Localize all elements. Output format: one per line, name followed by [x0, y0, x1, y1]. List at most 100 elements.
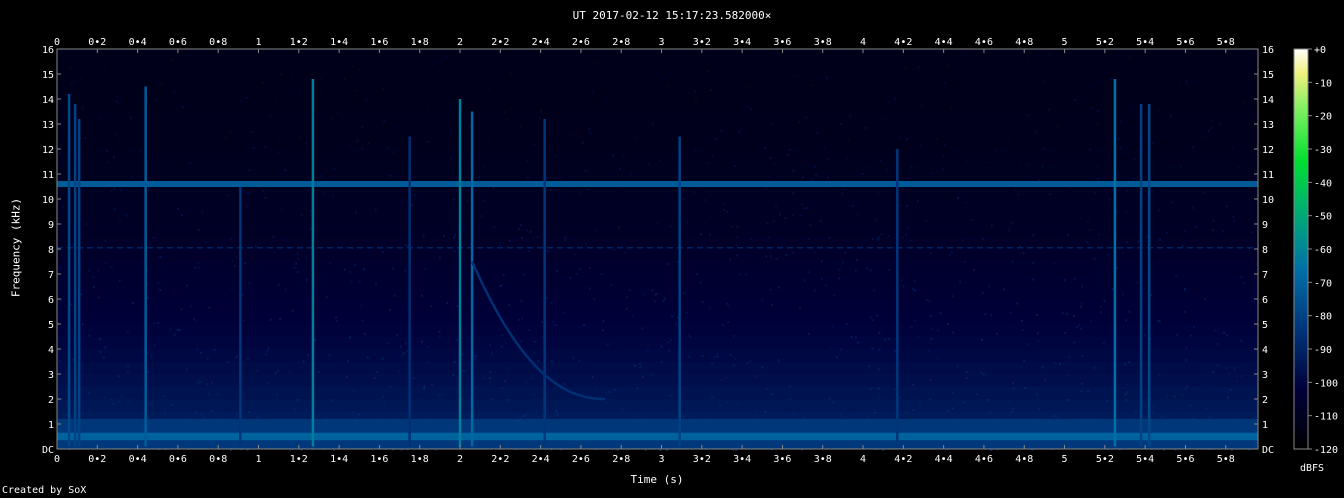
noise-speckle [110, 189, 113, 192]
noise-speckle [1103, 299, 1106, 302]
noise-speckle [555, 269, 558, 272]
noise-speckle [906, 138, 909, 141]
noise-speckle [925, 220, 928, 223]
noise-speckle [809, 224, 812, 227]
x-tick-label: 1•2 [290, 454, 308, 465]
noise-speckle [951, 391, 954, 394]
noise-speckle [302, 360, 305, 363]
noise-speckle [375, 371, 378, 374]
noise-speckle [939, 312, 942, 315]
noise-speckle [951, 295, 954, 298]
noise-speckle [1021, 319, 1024, 322]
noise-speckle [917, 66, 920, 69]
x-tick-label: 0•2 [88, 37, 106, 48]
noise-speckle [639, 365, 642, 368]
noise-speckle [667, 341, 670, 344]
noise-speckle [492, 390, 495, 393]
noise-speckle [450, 157, 453, 160]
noise-speckle [402, 351, 405, 354]
noise-speckle [880, 233, 883, 236]
noise-speckle [102, 356, 105, 359]
noise-speckle [555, 137, 558, 140]
noise-speckle [660, 345, 663, 348]
noise-speckle [422, 234, 425, 237]
noise-speckle [483, 166, 486, 169]
noise-speckle [293, 266, 296, 269]
noise-speckle [587, 188, 590, 191]
noise-speckle [869, 388, 872, 391]
noise-speckle [676, 260, 679, 263]
noise-speckle [323, 192, 326, 195]
noise-speckle [625, 307, 628, 310]
noise-speckle [1158, 374, 1161, 377]
noise-speckle [622, 154, 625, 157]
noise-speckle [1125, 319, 1128, 322]
noise-speckle [520, 224, 523, 227]
noise-speckle [374, 208, 377, 211]
noise-speckle [984, 313, 987, 316]
noise-speckle [1124, 363, 1127, 366]
y-tick-label: 5 [48, 320, 54, 331]
noise-speckle [670, 225, 673, 228]
noise-speckle [754, 375, 757, 378]
noise-speckle [768, 175, 771, 178]
noise-speckle [726, 210, 729, 213]
noise-speckle [1122, 293, 1125, 296]
noise-speckle [210, 409, 213, 412]
noise-speckle [662, 300, 665, 303]
y-tick-label: 1 [48, 420, 54, 431]
noise-speckle [1181, 394, 1184, 397]
noise-speckle [602, 320, 605, 323]
noise-speckle [185, 368, 188, 371]
noise-speckle [80, 293, 83, 296]
noise-speckle [878, 348, 881, 351]
noise-speckle [104, 346, 107, 349]
noise-speckle [792, 169, 795, 172]
noise-speckle [1128, 310, 1131, 313]
noise-speckle [389, 386, 392, 389]
noise-speckle [905, 65, 908, 68]
noise-speckle [1010, 411, 1013, 414]
noise-speckle [110, 398, 113, 401]
noise-speckle [431, 63, 434, 66]
noise-speckle [1131, 108, 1134, 111]
noise-speckle [61, 397, 64, 400]
noise-speckle [629, 173, 632, 176]
noise-speckle [190, 305, 193, 308]
noise-speckle [119, 189, 122, 192]
noise-speckle [936, 357, 939, 360]
noise-speckle [901, 236, 904, 239]
noise-speckle [541, 320, 544, 323]
noise-speckle [224, 136, 227, 139]
noise-band [57, 386, 1258, 400]
noise-speckle [804, 402, 807, 405]
noise-speckle [871, 238, 874, 241]
noise-speckle [867, 364, 870, 367]
noise-speckle [251, 130, 254, 133]
noise-speckle [1127, 361, 1130, 364]
noise-speckle [775, 257, 778, 260]
noise-speckle [929, 314, 932, 317]
noise-speckle [1073, 341, 1076, 344]
noise-speckle [412, 377, 415, 380]
noise-speckle [1027, 114, 1030, 117]
noise-speckle [658, 159, 661, 162]
noise-speckle [453, 234, 456, 237]
noise-speckle [1027, 343, 1030, 346]
noise-speckle [928, 300, 931, 303]
noise-speckle [820, 77, 823, 80]
y-tick-label: 10 [42, 195, 54, 206]
noise-speckle [1240, 276, 1243, 279]
noise-speckle [1131, 104, 1134, 107]
noise-speckle [449, 110, 452, 113]
noise-speckle [1107, 253, 1110, 256]
noise-speckle [335, 316, 338, 319]
noise-speckle [596, 60, 599, 63]
noise-speckle [1201, 135, 1204, 138]
noise-speckle [329, 262, 332, 265]
noise-speckle [937, 329, 940, 332]
noise-speckle [438, 330, 441, 333]
noise-speckle [276, 61, 279, 64]
noise-speckle [92, 286, 95, 289]
noise-speckle [228, 130, 231, 133]
